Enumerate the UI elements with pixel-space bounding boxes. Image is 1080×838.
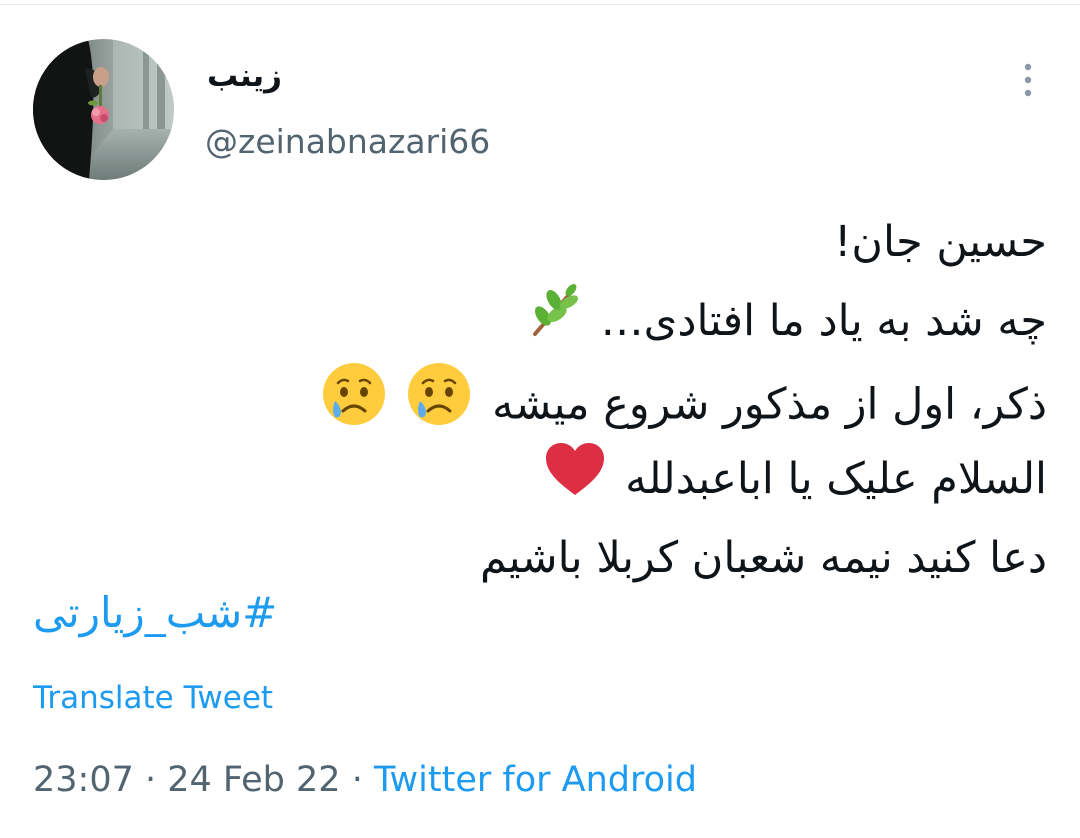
tweet-line: چه شد به یاد ما افتادی… [47,282,1047,361]
tweet-line: السلام علیک یا اباعبدلله [47,440,1047,519]
user-handle[interactable]: @zeinabnazari66 [205,122,490,161]
tweet-time[interactable]: 23:07 [33,760,134,800]
tweet-line: دعا کنید نیمه شعبان کربلا باشیم [47,519,1047,598]
more-vertical-icon [1024,63,1032,97]
tweet-line-text: ذکر، اول از مذکور شروع میشه [492,379,1047,430]
crying-face-icon [406,361,472,453]
crying-face-icon [321,361,387,453]
avatar-photo-icon [33,39,174,180]
tweet-line-text: حسین جان! [834,217,1047,267]
tweet-line: ذکر، اول از مذکور شروع میشه [47,361,1047,440]
tweet-meta: 23:07 · 24 Feb 22 · Twitter for Android [33,760,697,800]
red-heart-icon [544,441,606,523]
tweet-source-link[interactable]: Twitter for Android [374,760,697,800]
herb-branch-icon [527,283,581,364]
tweet-line-text: چه شد به یاد ما افتادی… [600,296,1047,346]
tweet-line-text: دعا کنید نیمه شعبان کربلا باشیم [479,533,1047,583]
hashtag-link[interactable]: #شب_زیارتی [33,588,277,637]
tweet-line-text: السلام علیک یا اباعبدلله [625,454,1047,504]
tweet-text: حسین جان! چه شد به یاد ما افتادی… ذکر، ا… [47,203,1047,598]
tweet-date[interactable]: 24 Feb 22 [167,760,340,800]
avatar[interactable] [33,39,174,180]
more-options-button[interactable] [1008,60,1048,100]
meta-separator: · [340,760,374,800]
translate-tweet-link[interactable]: Translate Tweet [33,680,273,716]
meta-separator: · [133,760,168,800]
tweet-line: حسین جان! [47,203,1047,282]
display-name[interactable]: زینب [207,58,282,94]
top-divider [0,4,1080,5]
